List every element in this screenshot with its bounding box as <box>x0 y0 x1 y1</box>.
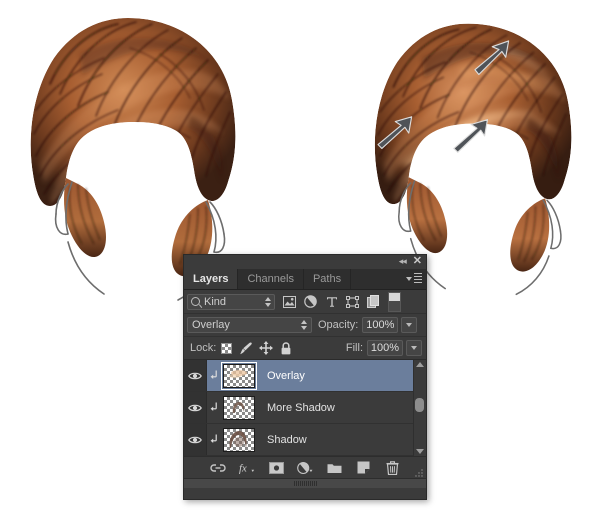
panel-menu-icon[interactable] <box>406 272 422 284</box>
layer-thumbnail-wrap[interactable] <box>221 361 257 390</box>
scroll-down-icon[interactable] <box>416 449 424 454</box>
resize-grip-icon[interactable] <box>415 468 423 477</box>
svg-text:fx: fx <box>239 463 247 474</box>
filter-pixel-layers-icon[interactable] <box>279 291 300 312</box>
tab-paths-label: Paths <box>312 273 342 285</box>
layers-list: Overlay More Shadow Shadow <box>184 360 426 456</box>
layer-visibility-toggle[interactable] <box>184 392 207 423</box>
lock-label: Lock: <box>190 342 217 354</box>
opacity-dropdown-icon[interactable] <box>401 317 418 333</box>
clipping-mask-icon <box>207 402 221 413</box>
panel-grip-icon <box>293 481 317 486</box>
annotation-arrow-3 <box>453 119 489 153</box>
layer-name: Overlay <box>267 369 305 382</box>
scrollbar-thumb[interactable] <box>415 398 424 412</box>
screenshot-root: ◂◂ ✕ Layers Channels Paths Kind Overlay … <box>0 0 600 520</box>
layer-thumbnail-wrap[interactable] <box>221 394 257 422</box>
layer-thumbnail <box>223 363 255 388</box>
fill-input[interactable]: 100% <box>367 340 403 356</box>
eye-icon <box>188 372 202 379</box>
blend-mode-stepper[interactable] <box>300 320 307 330</box>
fill-dropdown-icon[interactable] <box>406 340 422 356</box>
layers-panel-footer: fx <box>184 456 426 478</box>
new-adjustment-layer-icon[interactable] <box>297 460 313 476</box>
filter-enable-toggle[interactable] <box>388 291 401 312</box>
layer-row[interactable]: More Shadow <box>184 392 426 424</box>
lock-all-icon[interactable] <box>276 338 296 358</box>
clipping-mask-icon <box>207 434 221 445</box>
layers-panel: ◂◂ ✕ Layers Channels Paths Kind Overlay … <box>183 254 427 500</box>
tab-channels-label: Channels <box>247 273 294 285</box>
filter-smart-object-icon[interactable] <box>363 291 384 312</box>
layer-row[interactable]: Overlay <box>184 360 426 392</box>
layer-thumbnail <box>223 395 255 420</box>
filter-type-layers-icon[interactable] <box>321 291 342 312</box>
filter-kind-stepper[interactable] <box>264 296 271 307</box>
filter-adjustment-layers-icon[interactable] <box>300 291 321 312</box>
delete-layer-icon[interactable] <box>384 460 400 476</box>
panel-tab-bar: Layers Channels Paths <box>184 269 426 290</box>
layer-row[interactable]: Shadow <box>184 424 426 456</box>
panel-titlebar: ◂◂ ✕ <box>184 255 426 269</box>
filter-kind-select[interactable]: Kind <box>187 293 275 310</box>
layer-name: Shadow <box>267 433 307 446</box>
eye-icon <box>188 436 202 443</box>
lock-position-icon[interactable] <box>256 338 276 358</box>
filter-shape-layers-icon[interactable] <box>342 291 363 312</box>
tab-layers[interactable]: Layers <box>184 269 239 289</box>
tab-layers-label: Layers <box>193 273 229 285</box>
new-layer-icon[interactable] <box>355 460 371 476</box>
scroll-up-icon[interactable] <box>416 362 424 367</box>
lock-transparent-pixels-icon[interactable] <box>216 338 236 358</box>
fill-label: Fill: <box>345 342 363 354</box>
blend-opacity-row: Overlay Opacity: 100% <box>184 314 426 337</box>
layer-visibility-toggle[interactable] <box>184 424 207 455</box>
link-layers-icon[interactable] <box>210 460 226 476</box>
layer-filter-row: Kind <box>184 290 426 314</box>
add-layer-style-icon[interactable]: fx <box>239 460 255 476</box>
tab-channels[interactable]: Channels <box>238 269 304 289</box>
search-icon <box>191 297 200 306</box>
filter-kind-label: Kind <box>204 295 227 308</box>
panel-resize-bar[interactable] <box>184 478 426 488</box>
lock-image-pixels-icon[interactable] <box>236 338 256 358</box>
new-group-icon[interactable] <box>326 460 342 476</box>
lock-fill-row: Lock: Fill: 100% <box>184 337 426 360</box>
blend-mode-value: Overlay <box>192 319 230 331</box>
layer-visibility-toggle[interactable] <box>184 360 207 391</box>
add-layer-mask-icon[interactable] <box>268 460 284 476</box>
layer-thumbnail <box>223 427 255 452</box>
layer-thumbnail-wrap[interactable] <box>221 426 257 454</box>
close-icon[interactable]: ✕ <box>413 256 422 267</box>
blend-mode-select[interactable]: Overlay <box>187 317 312 333</box>
opacity-label: Opacity: <box>318 319 359 331</box>
layers-scrollbar[interactable] <box>413 360 426 456</box>
opacity-input[interactable]: 100% <box>362 317 399 333</box>
layer-name: More Shadow <box>267 401 335 414</box>
clipping-mask-icon <box>207 370 221 381</box>
tab-paths[interactable]: Paths <box>304 269 352 289</box>
collapse-double-arrow-icon[interactable]: ◂◂ <box>399 257 407 266</box>
eye-icon <box>188 404 202 411</box>
